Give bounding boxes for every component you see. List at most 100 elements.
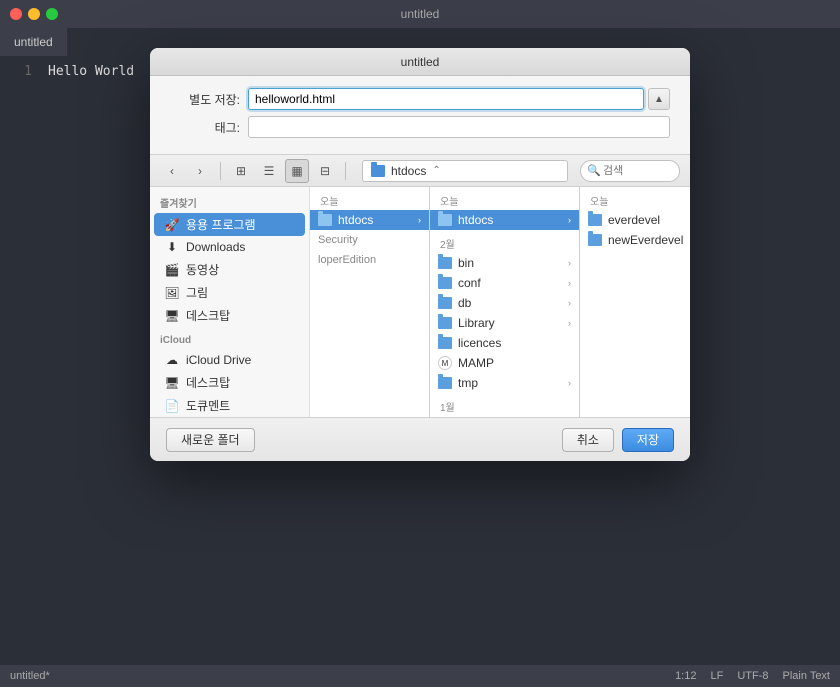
sidebar-item-label-downloads: Downloads	[186, 240, 245, 254]
folder-icon-library	[438, 317, 452, 329]
col1-header: 오늘	[310, 187, 429, 210]
dialog-form: 별도 저장: ▲ 태그:	[150, 76, 690, 155]
folder-icon-everdevel	[588, 214, 602, 226]
gallery-view-button[interactable]: ⊟	[313, 159, 337, 183]
file-item-security[interactable]: Security	[310, 230, 429, 250]
sidebar-item-label-documents: 도큐멘트	[186, 397, 230, 414]
file-item-developer-edition[interactable]: loperEdition	[310, 250, 429, 270]
col2-2wol-header: 2월	[430, 230, 579, 253]
sidebar-item-label-videos: 동영상	[186, 261, 219, 278]
file-item-library[interactable]: Library ›	[430, 313, 579, 333]
icloud-desktop-icon: 🖥	[164, 375, 180, 391]
apps-icon: 🚀	[164, 217, 180, 233]
dialog-bottom: 새로운 폴더 취소 저장	[150, 417, 690, 461]
mamp-icon: M	[438, 356, 452, 370]
sidebar-item-icloud-drive[interactable]: ☁ iCloud Drive	[154, 349, 305, 371]
folder-icon-bin	[438, 257, 452, 269]
window-title: untitled	[401, 7, 440, 21]
forward-button[interactable]: ›	[188, 159, 212, 183]
sidebar-item-label-icloud: iCloud Drive	[186, 353, 251, 367]
sidebar-item-downloads[interactable]: ⬇ Downloads	[154, 236, 305, 258]
chevron-bin: ›	[568, 258, 571, 268]
column-3: 오늘 everdevel › newEverdevel ›	[580, 187, 690, 417]
toolbar-separator-2	[345, 162, 346, 180]
sidebar-item-videos[interactable]: 🎬 동영상	[154, 258, 305, 281]
desktop-icon: 🖥	[164, 308, 180, 324]
file-item-tmp[interactable]: tmp ›	[430, 373, 579, 393]
sidebar-item-desktop[interactable]: 🖥 데스크탑	[154, 304, 305, 327]
folder-icon-neweverdevel	[588, 234, 602, 246]
sidebar-item-documents[interactable]: 📄 도큐멘트	[154, 394, 305, 417]
title-bar: untitled	[0, 0, 840, 28]
cancel-button[interactable]: 취소	[562, 428, 614, 452]
dialog-title: untitled	[401, 55, 440, 69]
chevron-db: ›	[568, 298, 571, 308]
minimize-button[interactable]	[28, 8, 40, 20]
folder-icon	[371, 165, 385, 177]
tag-label: 태그:	[170, 119, 240, 136]
location-text: htdocs	[391, 164, 426, 178]
tag-row: 태그:	[170, 116, 670, 138]
editor-area: untitled 1 Hello World untitled	[0, 28, 840, 687]
sidebar-item-apps[interactable]: 🚀 용용 프로그램	[154, 213, 305, 236]
save-button[interactable]: 저장	[622, 428, 674, 452]
tag-input[interactable]	[248, 116, 670, 138]
document-icon: 📄	[164, 398, 180, 414]
maximize-button[interactable]	[46, 8, 58, 20]
col2-today-header: 오늘	[430, 187, 579, 210]
main-window: untitled untitled 1 Hello World untitled	[0, 0, 840, 687]
save-as-label: 별도 저장:	[170, 91, 240, 108]
dialog-title-bar: untitled	[150, 48, 690, 76]
folder-icon-htdocs-col1	[318, 214, 332, 226]
save-as-row: 별도 저장: ▲	[170, 88, 670, 110]
file-item-licences[interactable]: licences	[430, 333, 579, 353]
chevron-htdocs-col1: ›	[418, 215, 421, 225]
expand-button[interactable]: ▲	[648, 88, 670, 110]
save-dialog: untitled 별도 저장: ▲ 태그: ‹	[150, 48, 690, 461]
new-folder-button[interactable]: 새로운 폴더	[166, 428, 255, 452]
col3-header: 오늘	[580, 187, 690, 210]
location-chevron: ⌃	[432, 165, 440, 176]
back-button[interactable]: ‹	[160, 159, 184, 183]
dialog-overlay: untitled 별도 저장: ▲ 태그: ‹	[0, 28, 840, 687]
window-controls	[10, 8, 58, 20]
sidebar-item-label-desktop: 데스크탑	[186, 307, 230, 324]
folder-icon-conf	[438, 277, 452, 289]
sidebar-item-label-apps: 용용 프로그램	[186, 216, 256, 233]
file-item-cgi-bin[interactable]: cgi-bin ›	[430, 416, 579, 417]
save-as-input[interactable]	[248, 88, 644, 110]
sidebar-section-favorites: 즐겨찾기	[150, 187, 309, 213]
folder-icon-tmp	[438, 377, 452, 389]
file-item-bin[interactable]: bin ›	[430, 253, 579, 273]
video-icon: 🎬	[164, 262, 180, 278]
search-wrapper: 🔍	[580, 160, 680, 182]
cloud-icon: ☁	[164, 352, 180, 368]
search-icon: 🔍	[587, 164, 601, 177]
sidebar-item-pictures[interactable]: 🖼 그림	[154, 281, 305, 304]
chevron-htdocs: ›	[568, 215, 571, 225]
file-item-mamp[interactable]: M MAMP	[430, 353, 579, 373]
image-icon: 🖼	[164, 285, 180, 301]
columns-area: 오늘 htdocs › Security loperEdition	[310, 187, 690, 417]
sidebar-item-icloud-desktop[interactable]: 🖥 데스크탑	[154, 371, 305, 394]
file-item-neweverdevel[interactable]: newEverdevel ›	[580, 230, 690, 250]
file-item-everdevel[interactable]: everdevel ›	[580, 210, 690, 230]
file-item-htdocs[interactable]: htdocs ›	[430, 210, 579, 230]
icon-view-button[interactable]: ⊞	[229, 159, 253, 183]
location-display[interactable]: htdocs ⌃	[362, 160, 568, 182]
file-browser: 즐겨찾기 🚀 용용 프로그램 ⬇ Downloads 🎬 동영상	[150, 187, 690, 417]
col2-1wol-header: 1월	[430, 393, 579, 416]
column-1: 오늘 htdocs › Security loperEdition	[310, 187, 430, 417]
chevron-library: ›	[568, 318, 571, 328]
folder-icon-db	[438, 297, 452, 309]
column-view-button[interactable]: ▦	[285, 159, 309, 183]
chevron-tmp: ›	[568, 378, 571, 388]
sidebar: 즐겨찾기 🚀 용용 프로그램 ⬇ Downloads 🎬 동영상	[150, 187, 310, 417]
file-item-db[interactable]: db ›	[430, 293, 579, 313]
folder-icon-htdocs	[438, 214, 452, 226]
file-item-htdocs-col1[interactable]: htdocs ›	[310, 210, 429, 230]
list-view-button[interactable]: ☰	[257, 159, 281, 183]
file-item-conf[interactable]: conf ›	[430, 273, 579, 293]
toolbar-separator-1	[220, 162, 221, 180]
close-button[interactable]	[10, 8, 22, 20]
